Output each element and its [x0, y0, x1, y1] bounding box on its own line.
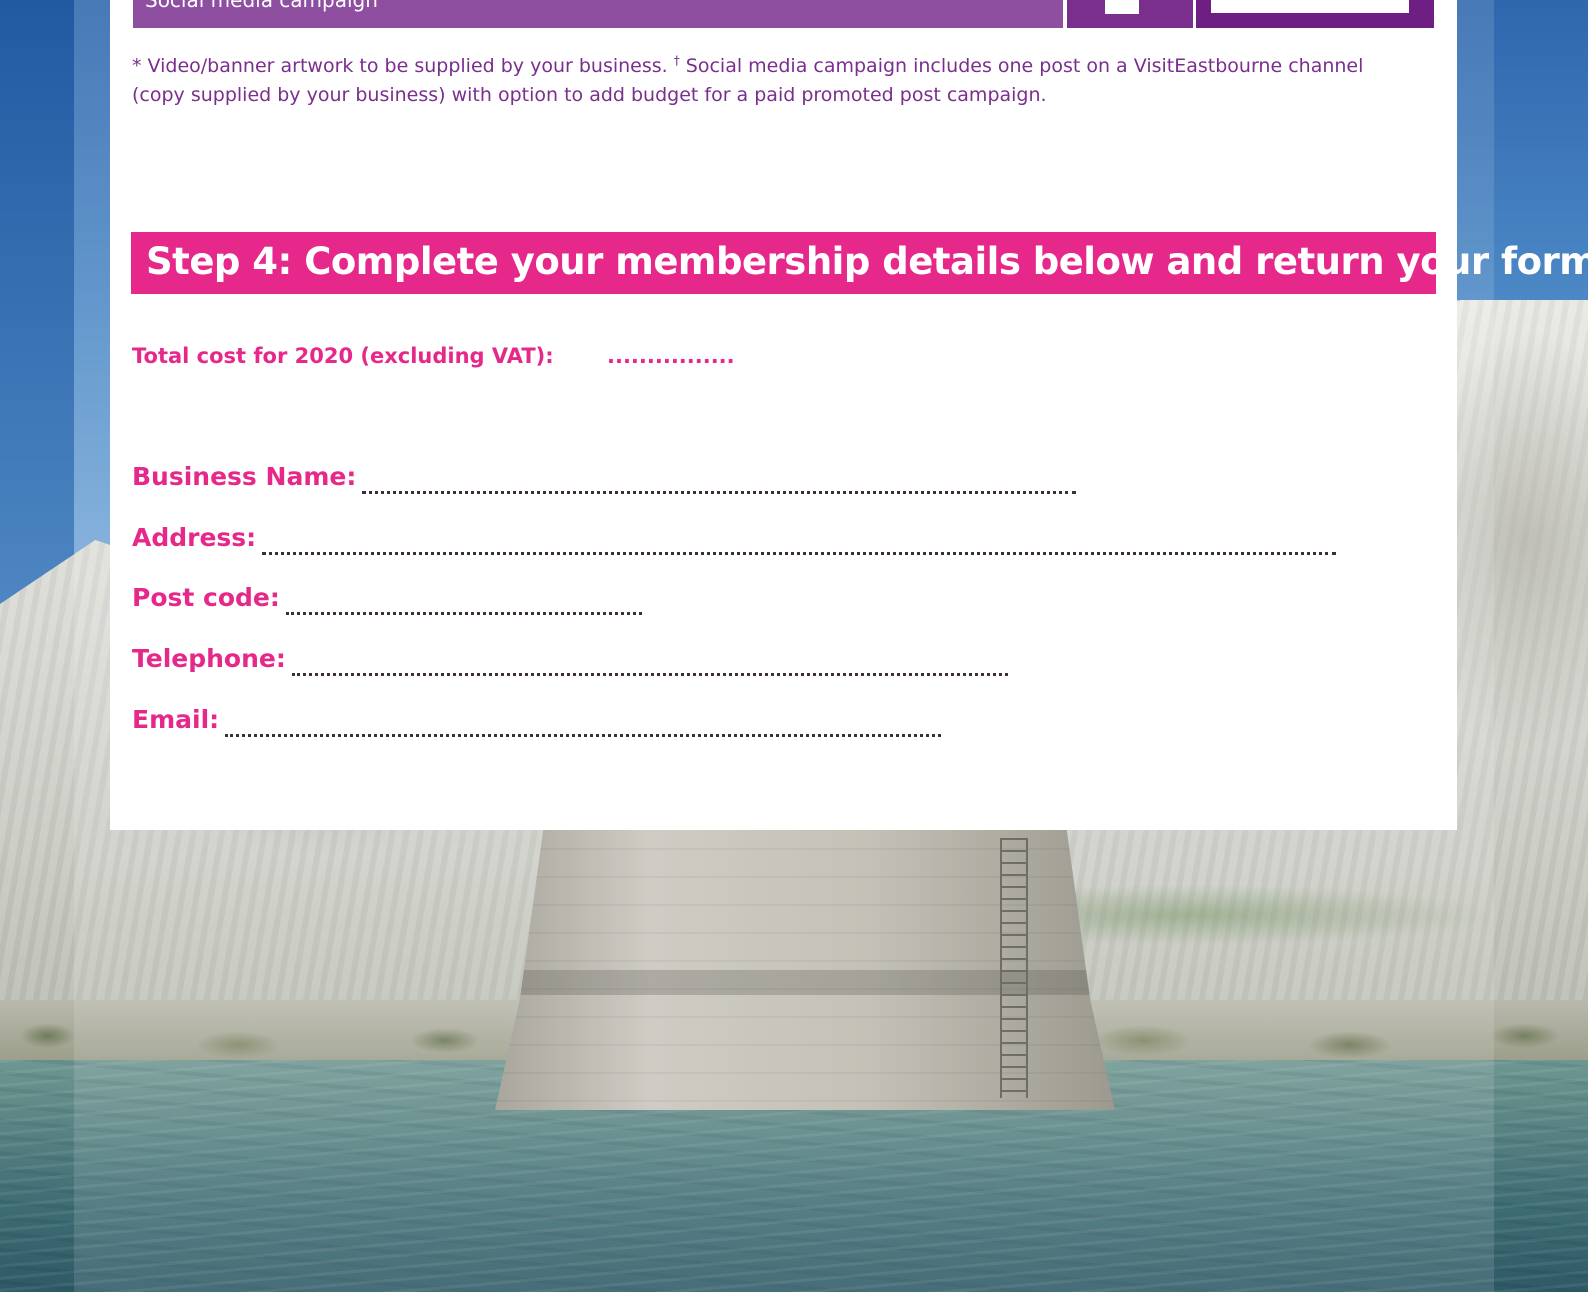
table-row-label: Social media campaign: [145, 0, 378, 12]
telephone-field: Telephone:: [132, 642, 1008, 676]
post-code-label: Post code:: [132, 583, 280, 612]
footnote-star: *: [132, 55, 142, 77]
email-blank[interactable]: [225, 714, 942, 737]
business-name-blank[interactable]: [362, 471, 1077, 494]
total-cost-row: Total cost for 2020 (excluding VAT): ...…: [132, 344, 735, 376]
sky-edge: [0, 0, 74, 620]
step4-banner: Step 4: Complete your membership details…: [131, 232, 1588, 294]
total-cost-blank[interactable]: ................: [607, 344, 735, 368]
table-row-label-cell: Social media campaign: [133, 0, 1063, 28]
total-cost-label: Total cost for 2020 (excluding VAT):: [132, 344, 554, 368]
footnote-part1: Video/banner artwork to be supplied by y…: [147, 55, 668, 77]
footnote: * Video/banner artwork to be supplied by…: [132, 52, 1422, 110]
business-name-field: Business Name:: [132, 460, 1077, 494]
email-field: Email:: [132, 703, 942, 737]
telephone-label: Telephone:: [132, 644, 286, 673]
table-price-input[interactable]: [1211, 0, 1409, 13]
table-checkbox[interactable]: [1105, 0, 1139, 14]
post-code-blank[interactable]: [285, 592, 642, 615]
business-name-label: Business Name:: [132, 462, 357, 491]
address-blank[interactable]: [262, 532, 1337, 555]
address-field: Address:: [132, 521, 1337, 555]
telephone-blank[interactable]: [291, 653, 1008, 676]
options-table-last-row: Social media campaign: [131, 0, 1436, 28]
footnote-dagger: †: [673, 53, 680, 68]
table-checkbox-cell: [1067, 0, 1193, 28]
email-label: Email:: [132, 705, 220, 734]
table-price-cell: [1196, 0, 1434, 28]
post-code-field: Post code:: [132, 581, 642, 615]
address-label: Address:: [132, 523, 257, 552]
step4-title: Step 4: Complete your membership details…: [146, 240, 1588, 283]
